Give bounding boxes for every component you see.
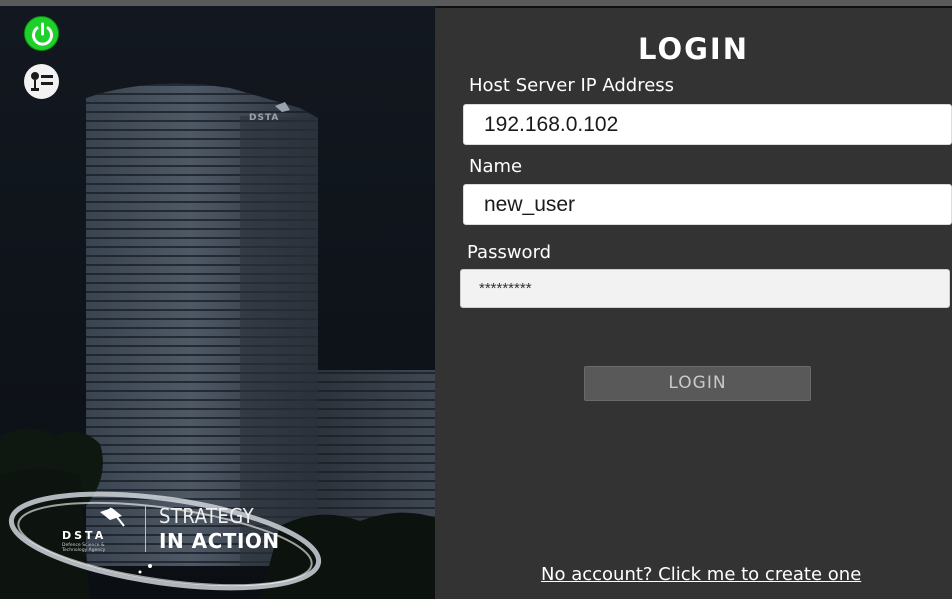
- power-icon: [32, 22, 53, 46]
- host-ip-label: Host Server IP Address: [469, 75, 675, 96]
- name-input[interactable]: [463, 184, 952, 225]
- brand-dsta-fullname: Defence Science & Technology Agency: [62, 543, 106, 553]
- login-title: LOGIN: [638, 32, 749, 66]
- settings-button[interactable]: [24, 64, 59, 99]
- brand-tagline-line2: IN ACTION: [159, 529, 280, 553]
- login-panel: LOGIN Host Server IP Address Name Passwo…: [435, 8, 952, 599]
- brand-tagline-line1: STRATEGY: [159, 504, 255, 528]
- svg-text:DSTA: DSTA: [249, 113, 279, 123]
- brand-dsta-abbr: DSTA: [62, 529, 107, 542]
- power-button[interactable]: [24, 16, 59, 51]
- password-input[interactable]: [460, 269, 950, 308]
- host-ip-input[interactable]: [463, 104, 952, 145]
- settings-icon: [31, 72, 53, 91]
- login-button[interactable]: LOGIN: [584, 366, 811, 401]
- create-account-link[interactable]: No account? Click me to create one: [541, 564, 861, 585]
- name-label: Name: [469, 156, 523, 177]
- password-label: Password: [467, 242, 552, 263]
